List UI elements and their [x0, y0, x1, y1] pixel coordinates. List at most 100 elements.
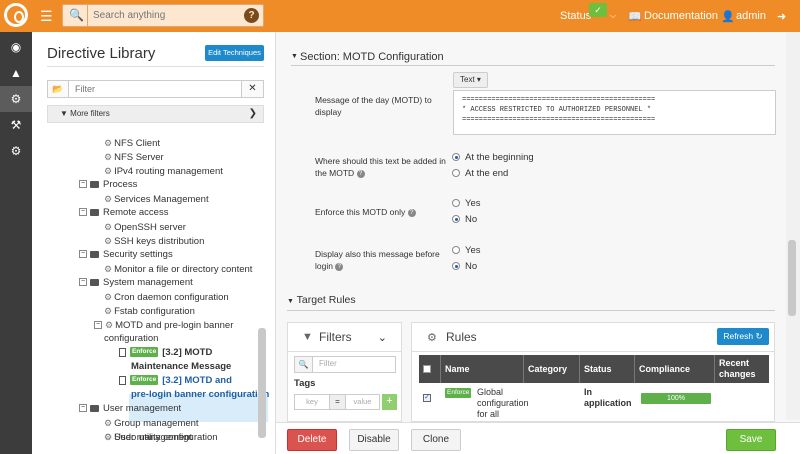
status-menu[interactable]: Status — [560, 10, 591, 22]
rudder-logo-icon[interactable] — [4, 3, 28, 27]
col-status[interactable]: Status — [580, 355, 635, 383]
documentation-link[interactable]: Documentation — [644, 10, 718, 22]
gear-icon: ⚙ — [104, 292, 113, 302]
radio-at-beginning[interactable]: At the beginning — [452, 151, 534, 164]
tree-technique[interactable]: − ⚙ MOTD and pre-login banner — [94, 318, 233, 332]
tree-directive[interactable]: ⚙ OpenSSH server — [104, 220, 186, 234]
radio-enforce-no[interactable]: No — [452, 213, 477, 226]
motd-label: Message of the day (MOTD) to display — [315, 95, 432, 117]
col-recent-changes[interactable]: Recent changes — [715, 355, 769, 383]
search-input[interactable] — [93, 7, 233, 24]
radio-display-yes[interactable]: Yes — [452, 244, 481, 257]
status-chevron-icon[interactable]: ⌵ — [610, 11, 616, 21]
collapse-icon[interactable]: − — [79, 208, 87, 217]
radio-at-end[interactable]: At the end — [452, 167, 508, 180]
gear-icon: ⚙ — [104, 432, 113, 442]
radio-enforce-yes[interactable]: Yes — [452, 197, 481, 210]
gear-icon: ⚙ — [104, 264, 113, 274]
tree-directive[interactable]: ⚙ Services Management — [104, 192, 209, 206]
collapse-icon[interactable]: − — [79, 278, 87, 287]
library-filter-input[interactable] — [69, 80, 242, 98]
compliance-bar: 100% — [641, 393, 711, 404]
nodes-icon[interactable]: ▲ — [0, 60, 32, 86]
tree-category[interactable]: − System management — [79, 276, 193, 290]
section-collapse-icon[interactable]: ▼ — [291, 53, 298, 60]
tree-category[interactable]: − Security settings — [79, 248, 173, 262]
main-scrollbar[interactable] — [788, 240, 796, 316]
dashboard-icon[interactable]: ◉ — [0, 34, 32, 60]
folder-open-icon[interactable]: 📂 — [47, 80, 69, 98]
status-ok-icon: ✓ — [589, 3, 607, 17]
collapse-icon[interactable]: − — [79, 404, 87, 413]
delete-button[interactable]: Delete — [287, 429, 337, 451]
target-rules-header[interactable]: ▼ Target Rules — [287, 294, 356, 306]
clone-button[interactable]: Clone — [411, 429, 461, 451]
directive-tree: ⚙ NFS Client ⚙ NFS Server ⚙ IPv4 routing ma… — [47, 124, 271, 442]
global-search[interactable]: 🔍 ? — [62, 4, 264, 27]
top-bar: ☰ 🔍 ? Status ✓ ⌵ 📖 Documentation 👤 admin… — [0, 0, 800, 32]
tree-directive[interactable]: ⚙ Fstab configuration — [104, 304, 195, 318]
tree-directive[interactable]: ⚙ NFS Client — [104, 136, 160, 150]
tree-directive[interactable]: ⚙ User management — [104, 430, 192, 444]
select-all-checkbox[interactable] — [423, 365, 431, 373]
clear-filter-icon[interactable]: ✕ — [242, 80, 264, 98]
tree-category[interactable]: − Remote access — [79, 206, 168, 220]
tree-category[interactable]: − User management — [79, 402, 181, 416]
utilities-icon[interactable]: ⚒ — [0, 112, 32, 138]
tree-directive[interactable]: ⚙ Monitor a file or directory content — [104, 262, 252, 276]
tree-directive[interactable]: ⚙ IPv4 routing management — [104, 164, 223, 178]
rule-name[interactable]: Global configuration for all nodes — [477, 387, 529, 421]
logout-icon[interactable]: ➜ — [777, 10, 786, 23]
help-icon[interactable]: ? — [244, 8, 259, 23]
gear-icon: ⚙ — [105, 320, 114, 330]
search-icon: 🔍 — [69, 8, 84, 22]
info-icon[interactable]: ? — [335, 262, 344, 271]
rules-icon: ⚙ — [427, 332, 437, 344]
row-checkbox[interactable]: ✓ — [423, 394, 431, 402]
document-icon — [119, 375, 126, 385]
folder-icon — [90, 250, 99, 258]
tree-directive-instance-selected[interactable]: Enforce [3.2] MOTD and — [119, 374, 232, 388]
collapse-icon[interactable]: − — [79, 180, 87, 189]
refresh-button[interactable]: Refresh ↻ — [717, 328, 769, 345]
rules-table-header: Name Category Status Compliance Recent c… — [419, 355, 769, 383]
text-type-dropdown[interactable]: Text ▾ — [453, 72, 488, 88]
col-compliance[interactable]: Compliance — [635, 355, 715, 383]
section-title: Section: MOTD Configuration — [300, 51, 444, 63]
save-button[interactable]: Save — [726, 429, 776, 451]
gear-icon: ⚙ — [104, 138, 113, 148]
gear-icon: ⚙ — [104, 166, 113, 176]
gear-icon: ⚙ — [104, 152, 113, 162]
tree-directive[interactable]: ⚙ SSH keys distribution — [104, 234, 204, 248]
configuration-icon[interactable]: ⚙ — [0, 86, 32, 112]
rules-filter-input[interactable]: 🔍 Filter — [294, 356, 396, 373]
tag-key-input[interactable]: key — [294, 394, 330, 410]
col-name[interactable]: Name — [441, 355, 524, 383]
collapse-icon[interactable]: − — [94, 321, 102, 330]
col-category[interactable]: Category — [524, 355, 580, 383]
user-icon: 👤 — [721, 11, 735, 23]
chevron-down-icon[interactable]: ⌄ — [378, 331, 387, 344]
collapse-icon[interactable]: − — [79, 250, 87, 259]
gear-icon: ⚙ — [104, 306, 113, 316]
user-menu[interactable]: admin — [736, 10, 766, 22]
motd-textarea[interactable]: ========================================… — [453, 90, 776, 135]
table-row[interactable]: ✓ Enforce Global configuration for all n… — [419, 383, 769, 421]
tag-value-input[interactable]: value — [346, 394, 380, 410]
search-icon: 🔍 — [295, 357, 313, 372]
info-icon[interactable]: ? — [356, 169, 365, 178]
add-tag-button[interactable]: + — [382, 394, 397, 410]
tree-directive[interactable]: ⚙ NFS Server — [104, 150, 164, 164]
tree-directive-instance[interactable]: Enforce [3.2] MOTD — [119, 346, 212, 360]
radio-display-no[interactable]: No — [452, 260, 477, 273]
tree-directive[interactable]: ⚙ Cron daemon configuration — [104, 290, 229, 304]
more-filters-button[interactable]: ▼ More filters ❯ — [47, 105, 264, 123]
menu-toggle-icon[interactable]: ☰ — [40, 8, 53, 25]
settings-icon[interactable]: ⚙ — [0, 138, 32, 164]
info-icon[interactable]: ? — [407, 208, 416, 217]
disable-button[interactable]: Disable — [349, 429, 399, 451]
tree-category[interactable]: − Process — [79, 178, 137, 192]
edit-techniques-button[interactable]: Edit Techniques — [205, 45, 264, 61]
library-scrollbar[interactable] — [258, 328, 266, 438]
tree-directive[interactable]: ⚙ Group management — [104, 416, 199, 430]
